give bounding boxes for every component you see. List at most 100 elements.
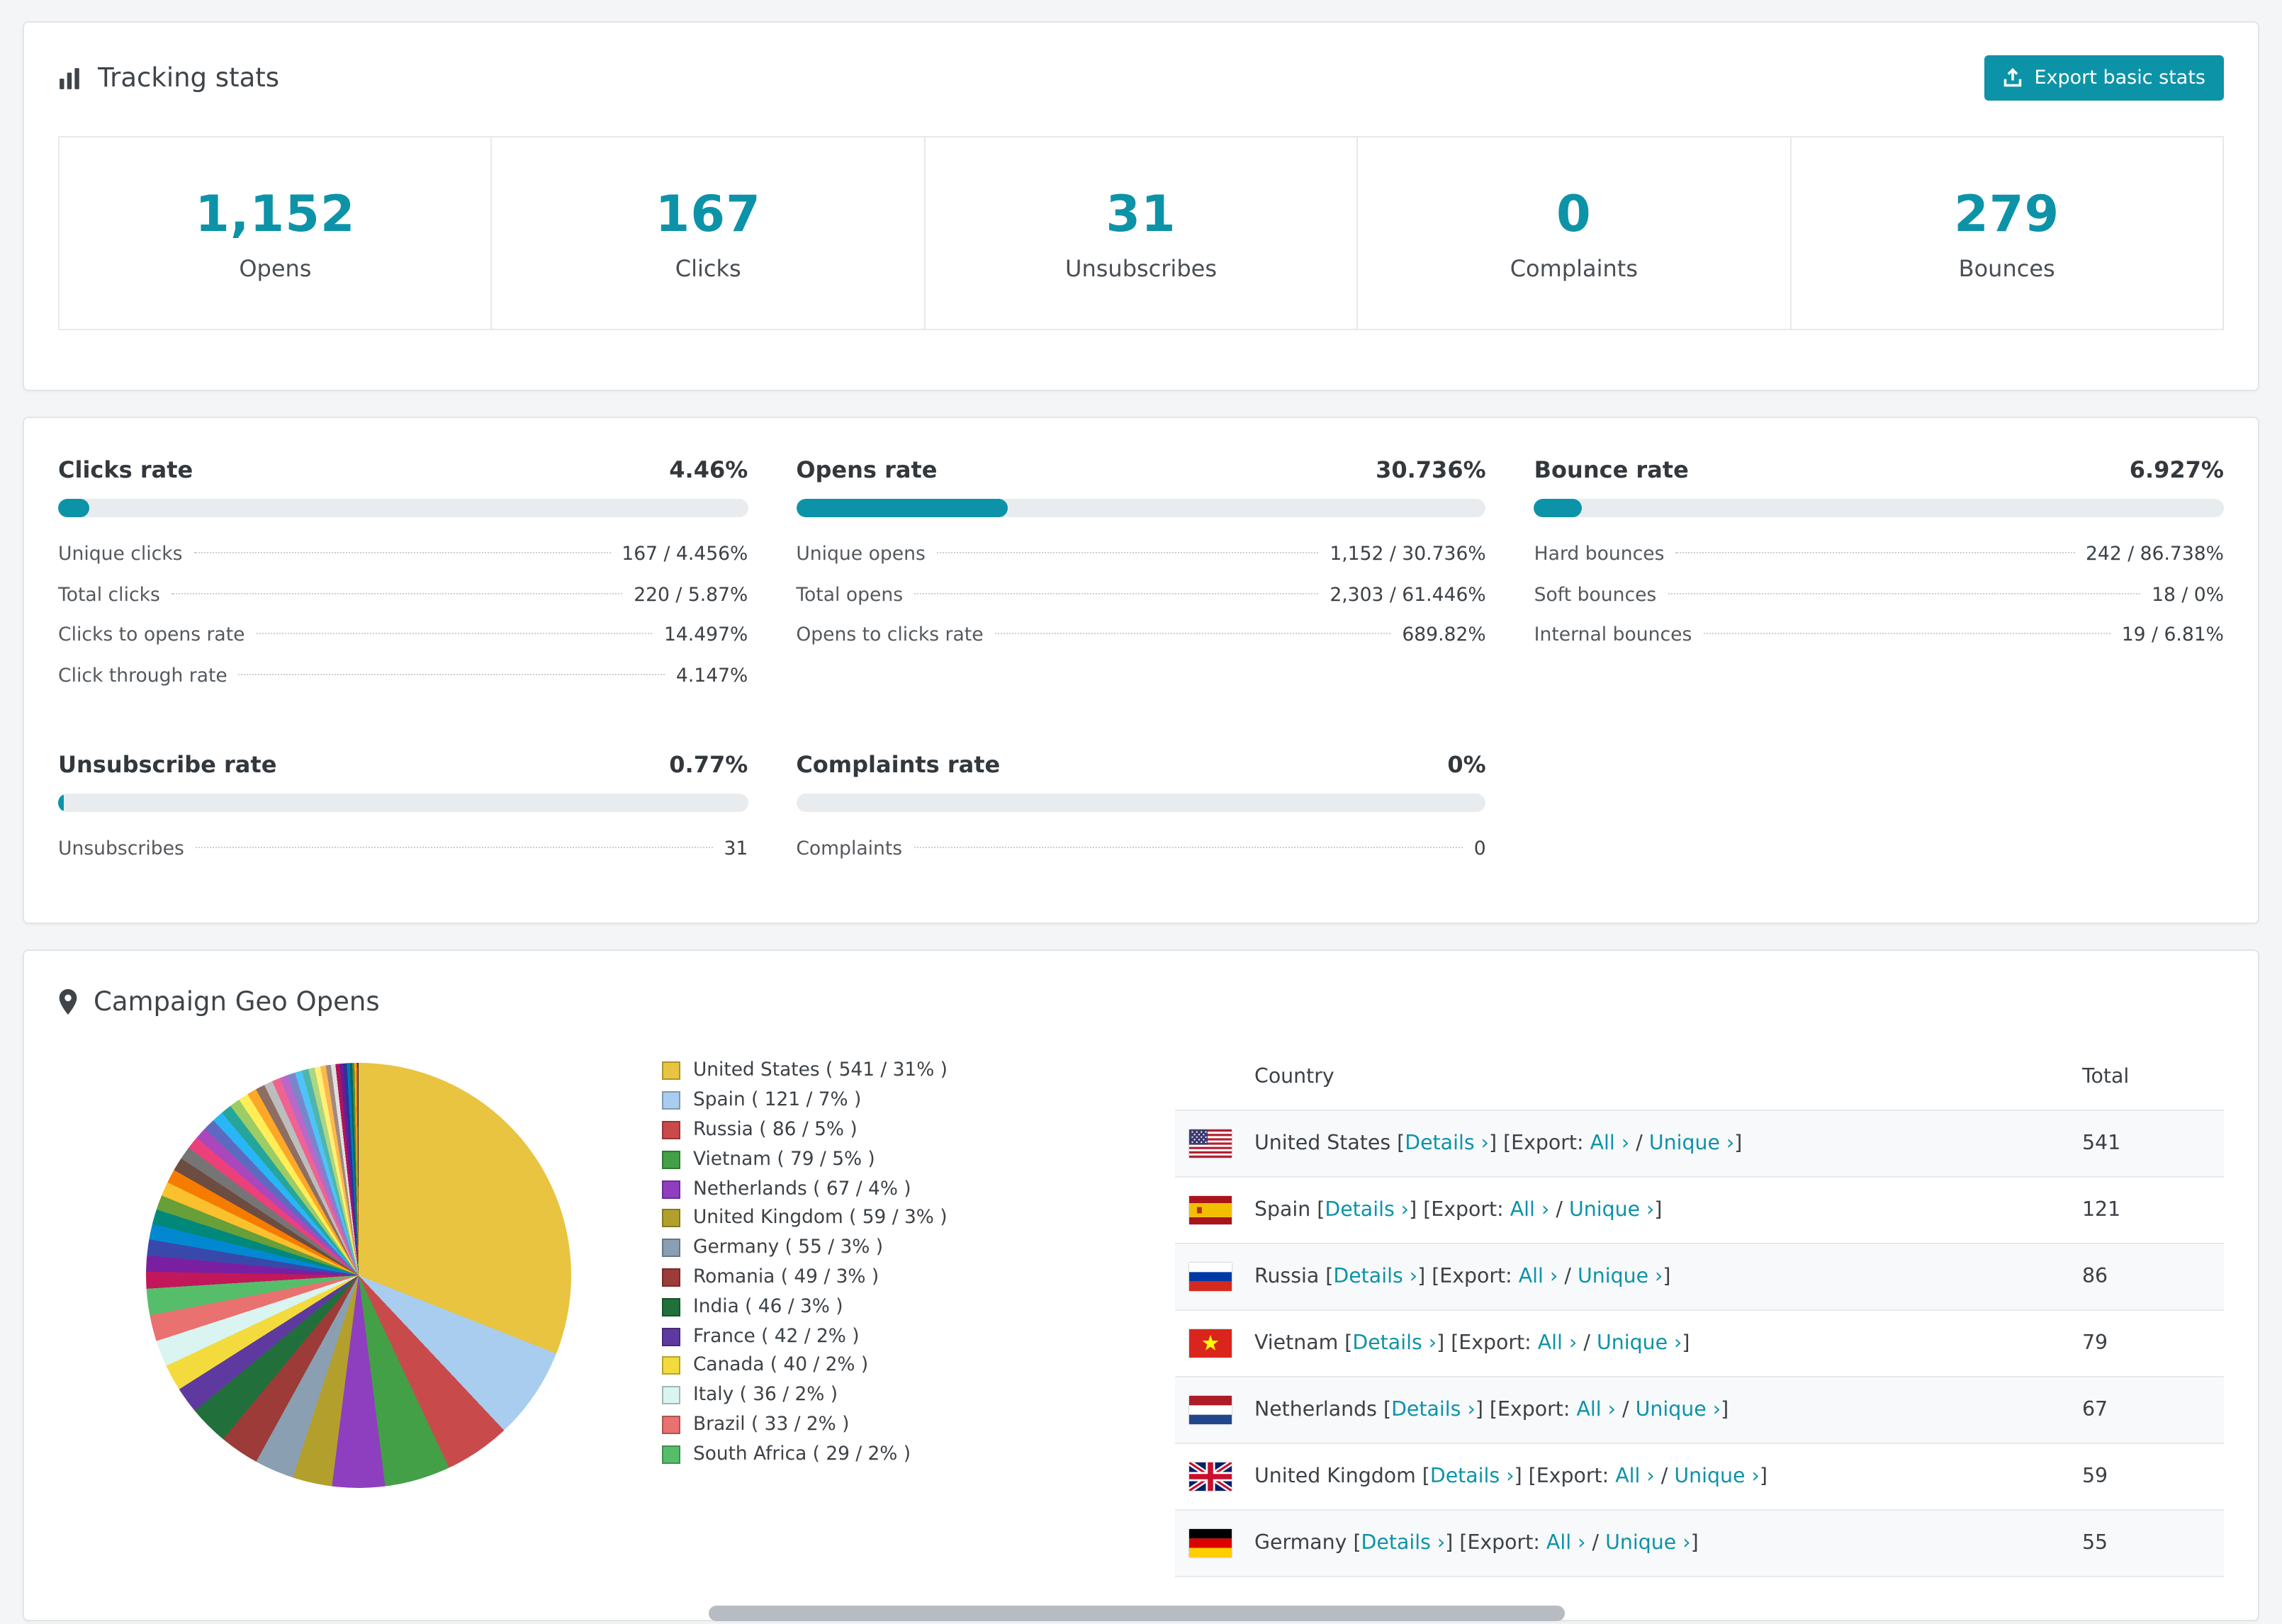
- export-unique-link[interactable]: Unique ›: [1649, 1132, 1734, 1154]
- legend-item-france[interactable]: France ( 42 / 2% ): [662, 1321, 948, 1351]
- details-link[interactable]: Details ›: [1325, 1198, 1409, 1221]
- stat-box-complaints: 0 Complaints: [1358, 137, 1792, 329]
- export-all-link[interactable]: All ›: [1538, 1331, 1578, 1354]
- progress-bar: [1534, 499, 2224, 517]
- export-button-label: Export basic stats: [2034, 67, 2206, 89]
- legend-label: Netherlands ( 67 / 4% ): [693, 1178, 911, 1200]
- table-row-vietnam: Vietnam [Details ›] [Export: All › / Uni…: [1175, 1310, 2224, 1377]
- total-cell: 541: [2082, 1132, 2121, 1154]
- legend-swatch: [662, 1180, 680, 1199]
- total-cell: 86: [2082, 1265, 2108, 1287]
- details-link[interactable]: Details ›: [1405, 1132, 1489, 1154]
- bracket-text: [: [1415, 1465, 1430, 1487]
- country-cell: Spain [Details ›] [Export: All › / Uniqu…: [1254, 1198, 2082, 1221]
- detail-label: Complaints: [796, 839, 903, 860]
- horizontal-scrollbar-thumb[interactable]: [709, 1606, 1565, 1621]
- stat-label: Opens: [239, 255, 312, 282]
- export-unique-link[interactable]: Unique ›: [1597, 1331, 1682, 1354]
- geo-header: Campaign Geo Opens: [24, 950, 2258, 1037]
- legend-item-india[interactable]: India ( 46 / 3% ): [662, 1292, 948, 1322]
- legend-item-south-africa[interactable]: South Africa ( 29 / 2% ): [662, 1440, 948, 1470]
- rate-title: Opens rate: [796, 456, 938, 483]
- bracket-text: ]: [1759, 1465, 1767, 1487]
- flag-gb-icon: [1189, 1462, 1232, 1490]
- export-unique-link[interactable]: Unique ›: [1569, 1198, 1654, 1221]
- legend-item-germany[interactable]: Germany ( 55 / 3% ): [662, 1234, 948, 1263]
- rate-value: 0.77%: [669, 751, 748, 778]
- export-all-link[interactable]: All ›: [1615, 1465, 1655, 1487]
- total-cell: 79: [2082, 1331, 2108, 1354]
- detail-value: 19 / 6.81%: [2121, 625, 2224, 646]
- legend-label: South Africa ( 29 / 2% ): [693, 1443, 911, 1465]
- bracket-text: /: [1616, 1398, 1636, 1421]
- detail-value: 4.147%: [675, 665, 748, 687]
- export-icon: [2003, 68, 2023, 88]
- rate-title: Complaints rate: [796, 751, 1001, 778]
- export-all-link[interactable]: All ›: [1510, 1198, 1550, 1221]
- rates-card: Clicks rate 4.46% Unique clicks 167 / 4.456…: [23, 417, 2259, 923]
- stat-box-clicks: 167 Clicks: [493, 137, 926, 329]
- flag-vn-icon: [1189, 1329, 1232, 1357]
- table-header-country: Country: [1254, 1066, 1334, 1088]
- legend-swatch: [662, 1386, 680, 1405]
- detail-row: Clicks to opens rate 14.497%: [58, 616, 748, 657]
- dotted-leader: [256, 633, 653, 634]
- bracket-text: /: [1577, 1331, 1597, 1354]
- table-header-total: Total: [2082, 1066, 2130, 1088]
- legend-item-spain[interactable]: Spain ( 121 / 7% ): [662, 1086, 948, 1116]
- export-unique-link[interactable]: Unique ›: [1605, 1531, 1690, 1554]
- legend-item-netherlands[interactable]: Netherlands ( 67 / 4% ): [662, 1174, 948, 1204]
- legend-item-united-states[interactable]: United States ( 541 / 31% ): [662, 1056, 948, 1086]
- legend-item-italy[interactable]: Italy ( 36 / 2% ): [662, 1381, 948, 1411]
- total-cell: 121: [2082, 1198, 2121, 1221]
- details-link[interactable]: Details ›: [1391, 1398, 1476, 1421]
- stat-box-bounces: 279 Bounces: [1791, 137, 2222, 329]
- export-all-link[interactable]: All ›: [1576, 1398, 1616, 1421]
- detail-row: Total opens 2,303 / 61.446%: [796, 576, 1485, 616]
- detail-row: Unique clicks 167 / 4.456%: [58, 536, 748, 576]
- legend-swatch: [662, 1415, 680, 1434]
- country-name: United Kingdom: [1254, 1465, 1416, 1487]
- detail-label: Opens to clicks rate: [796, 625, 984, 646]
- bracket-text: ]: [1734, 1132, 1743, 1154]
- details-link[interactable]: Details ›: [1361, 1531, 1446, 1554]
- legend-item-russia[interactable]: Russia ( 86 / 5% ): [662, 1115, 948, 1145]
- stat-label: Clicks: [675, 255, 741, 282]
- bracket-text: ] [Export:: [1417, 1265, 1519, 1287]
- stats-summary-row: 1,152 Opens 167 Clicks 31 Unsubscribes 0 Compla…: [58, 136, 2224, 330]
- export-all-link[interactable]: All ›: [1590, 1132, 1630, 1154]
- legend-item-vietnam[interactable]: Vietnam ( 79 / 5% ): [662, 1145, 948, 1175]
- bracket-text: ]: [1654, 1198, 1663, 1221]
- stat-box-opens: 1,152 Opens: [60, 137, 493, 329]
- dotted-leader: [195, 847, 713, 848]
- details-link[interactable]: Details ›: [1352, 1331, 1437, 1354]
- export-unique-link[interactable]: Unique ›: [1636, 1398, 1721, 1421]
- geo-title-text: Campaign Geo Opens: [94, 987, 380, 1017]
- legend-item-united-kingdom[interactable]: United Kingdom ( 59 / 3% ): [662, 1204, 948, 1234]
- bracket-text: ] [Export:: [1489, 1132, 1590, 1154]
- country-name: Germany: [1254, 1531, 1347, 1554]
- legend-item-romania[interactable]: Romania ( 49 / 3% ): [662, 1263, 948, 1292]
- detail-row: Hard bounces 242 / 86.738%: [1534, 536, 2224, 576]
- country-cell: United Kingdom [Details ›] [Export: All …: [1254, 1465, 2082, 1487]
- detail-value: 1,152 / 30.736%: [1330, 544, 1486, 565]
- progress-fill: [58, 499, 89, 517]
- legend-item-brazil[interactable]: Brazil ( 33 / 2% ): [662, 1410, 948, 1440]
- detail-value: 14.497%: [663, 625, 748, 646]
- flag-ru-icon: [1189, 1262, 1232, 1290]
- details-link[interactable]: Details ›: [1430, 1465, 1514, 1487]
- rate-panel-complaints-rate: Complaints rate 0% Complaints 0: [796, 751, 1486, 871]
- table-row-russia: Russia [Details ›] [Export: All › / Uniq…: [1175, 1244, 2224, 1310]
- export-basic-stats-button[interactable]: Export basic stats: [1984, 55, 2224, 101]
- legend-item-canada[interactable]: Canada ( 40 / 2% ): [662, 1351, 948, 1381]
- rate-panel-bounce-rate: Bounce rate 6.927% Hard bounces 242 / 86.73…: [1534, 456, 2224, 697]
- geo-pie-chart[interactable]: [146, 1062, 571, 1487]
- legend-label: Vietnam ( 79 / 5% ): [693, 1149, 875, 1171]
- detail-label: Soft bounces: [1534, 585, 1657, 606]
- export-all-link[interactable]: All ›: [1546, 1531, 1586, 1554]
- export-all-link[interactable]: All ›: [1519, 1265, 1558, 1287]
- legend-swatch: [662, 1327, 680, 1346]
- details-link[interactable]: Details ›: [1333, 1265, 1417, 1287]
- export-unique-link[interactable]: Unique ›: [1578, 1265, 1663, 1287]
- export-unique-link[interactable]: Unique ›: [1674, 1465, 1759, 1487]
